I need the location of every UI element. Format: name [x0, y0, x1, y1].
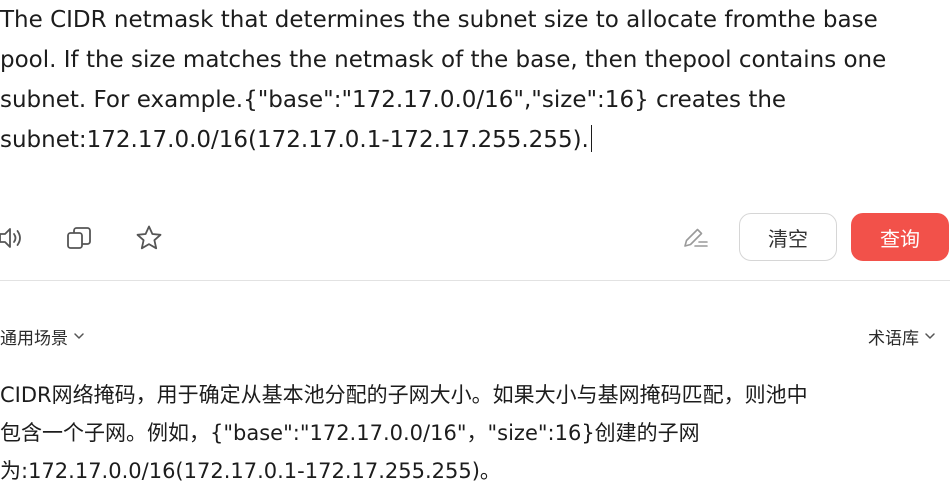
speaker-icon[interactable] [0, 224, 24, 252]
scene-label: 通用场景 [0, 328, 68, 349]
star-icon[interactable] [134, 224, 164, 252]
query-button[interactable]: 查询 [851, 213, 949, 261]
translator-panel: The CIDR netmask that determines the sub… [0, 0, 950, 498]
text-caret [590, 125, 592, 152]
translation-result: CIDR网络掩码，用于确定从基本池分配的子网大小。如果大小与基网掩码匹配，则池中… [0, 376, 945, 490]
result-line: CIDR网络掩码，用于确定从基本池分配的子网大小。如果大小与基网掩码匹配，则池中 [0, 383, 808, 407]
chevron-down-icon [924, 331, 936, 341]
chevron-down-icon [73, 331, 85, 341]
clear-button[interactable]: 清空 [739, 213, 837, 261]
source-text-area[interactable]: The CIDR netmask that determines the sub… [0, 0, 945, 160]
source-line: The CIDR netmask that determines the sub… [0, 7, 878, 33]
copy-icon[interactable] [64, 224, 94, 252]
source-line: subnet:172.17.0.0/16(172.17.0.1-172.17.2… [0, 120, 945, 160]
input-toolbar: 清空 查询 [0, 212, 950, 264]
source-line: subnet. For example.{"base":"172.17.0.0/… [0, 87, 787, 113]
scene-dropdown[interactable]: 通用场景 [0, 322, 85, 350]
source-line: pool. If the size matches the netmask of… [0, 47, 887, 73]
glossary-label: 术语库 [868, 328, 919, 349]
section-divider [0, 280, 950, 281]
source-line-text: subnet:172.17.0.0/16(172.17.0.1-172.17.2… [0, 127, 589, 153]
result-line: 为:172.17.0.0/16(172.17.0.1-172.17.255.25… [0, 459, 501, 483]
pen-edit-icon[interactable] [680, 224, 710, 252]
result-line: 包含一个子网。例如，{"base":"172.17.0.0/16"，"size"… [0, 421, 700, 445]
glossary-dropdown[interactable]: 术语库 [868, 322, 936, 350]
